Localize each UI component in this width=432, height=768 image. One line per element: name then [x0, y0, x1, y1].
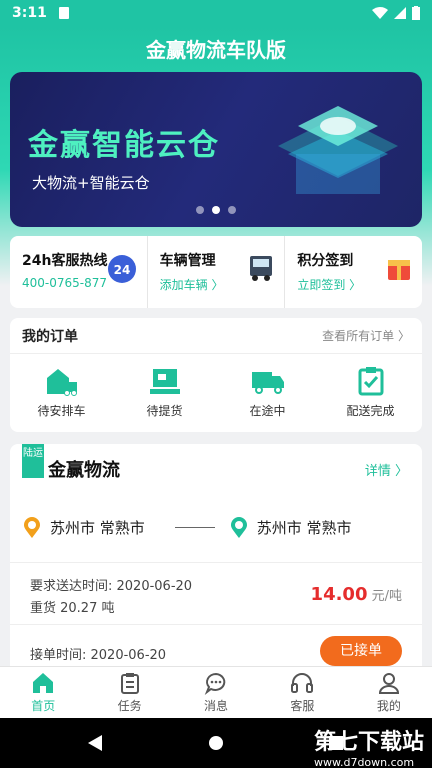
cargo-weight: 重货 20.27 吨: [30, 601, 115, 616]
vehicle-management-shortcut[interactable]: 车辆管理 添加车辆 〉: [146, 236, 285, 308]
order-status-label: 待提货: [146, 404, 183, 418]
order-status-label: 待安排车: [37, 404, 86, 418]
my-orders-card: 我的订单 查看所有订单 〉 待安排车 待提货 在途中 配送完成: [10, 318, 422, 432]
watermark-url: www.d7down.com: [313, 756, 415, 768]
bottom-tab-bar: 首页 任务 消息 客服 我的: [0, 666, 432, 718]
order-card[interactable]: 陆运 金赢物流 详情 〉 苏州市 常熟市 苏州市 常熟市 要求送达时间: 202…: [10, 444, 422, 674]
origin-city: 苏州市 常熟市: [50, 518, 145, 537]
view-all-orders-link[interactable]: 查看所有订单 〉: [322, 327, 410, 344]
order-status-row: 待安排车 待提货 在途中 配送完成: [10, 354, 422, 432]
my-orders-header: 我的订单 查看所有订单 〉: [10, 318, 422, 354]
pickup-box-icon: [149, 369, 180, 394]
status-bar: 3:11: [0, 0, 432, 26]
tab-tasks[interactable]: 任务: [86, 667, 172, 718]
tab-label: 首页: [31, 699, 56, 713]
cloud-warehouse-illustration: [278, 106, 398, 194]
accept-time: 接单时间: 2020-06-20: [30, 648, 167, 663]
order-status-label: 在途中: [249, 404, 286, 418]
signal-icon: [394, 7, 406, 19]
battery-icon: [412, 6, 420, 20]
wifi-icon: [372, 7, 388, 19]
hotline-shortcut[interactable]: 24h客服热线 400-0765-877 24: [10, 236, 147, 308]
system-nav-bar: 第七下载站 www.d7down.com: [0, 718, 432, 768]
service-shortcuts: 24h客服热线 400-0765-877 24 车辆管理 添加车辆 〉 积分签到…: [10, 236, 422, 308]
my-orders-title: 我的订单: [22, 328, 78, 345]
price-value: 14.00: [310, 584, 368, 605]
tab-label: 任务: [117, 699, 142, 713]
banner-dot[interactable]: [228, 206, 236, 214]
24h-service-icon: 24: [107, 255, 136, 283]
tab-profile[interactable]: 我的: [346, 667, 432, 718]
tab-label: 我的: [376, 699, 401, 713]
message-icon: [204, 672, 226, 695]
points-checkin-shortcut[interactable]: 积分签到 立即签到 〉: [284, 236, 422, 308]
watermark: 第七下载站 www.d7down.com: [314, 724, 424, 768]
tab-label: 客服: [290, 699, 315, 713]
origin-pin-icon: [24, 517, 40, 538]
banner-dot[interactable]: [196, 206, 204, 214]
destination-city: 苏州市 常熟市: [256, 518, 352, 537]
warehouse-truck-icon: [46, 369, 77, 396]
gift-icon: [388, 260, 411, 280]
watermark-title: 第七下载站: [313, 730, 424, 755]
sim-card-icon: [58, 7, 69, 19]
accepted-status-button[interactable]: 已接单: [320, 636, 402, 666]
clipboard-icon: [120, 673, 139, 694]
app-title: 金赢物流车队版: [146, 38, 286, 62]
headset-icon: [291, 673, 314, 693]
order-status-label: 配送完成: [346, 404, 395, 418]
price-unit: 元/吨: [367, 589, 402, 604]
truck-icon: [250, 256, 273, 281]
required-delivery-time: 要求送达时间: 2020-06-20: [30, 579, 193, 594]
home-circle-icon[interactable]: [208, 735, 224, 751]
status-time: 3:11: [12, 5, 47, 21]
tab-label: 消息: [204, 699, 229, 713]
back-icon[interactable]: [88, 735, 104, 751]
divider: [10, 624, 422, 625]
in-transit-truck-icon: [251, 372, 284, 394]
route-arrow-icon: [174, 526, 215, 528]
person-icon: [378, 673, 399, 694]
order-detail-link[interactable]: 详情 〉: [365, 460, 408, 479]
tab-customer-service[interactable]: 客服: [259, 667, 345, 718]
banner-dot-active[interactable]: [212, 206, 220, 214]
status-icons: [372, 6, 420, 20]
order-status-pending-pickup[interactable]: 待提货: [113, 354, 216, 432]
home-icon: [33, 673, 54, 693]
tab-messages[interactable]: 消息: [173, 667, 259, 718]
order-status-delivered[interactable]: 配送完成: [319, 354, 422, 432]
banner-title: 金赢智能云仓: [28, 128, 220, 163]
price: 14.00 元/吨: [311, 584, 402, 605]
destination-pin-icon: [230, 517, 247, 538]
divider: [10, 562, 422, 563]
delivered-clipboard-icon: [358, 367, 383, 396]
order-status-in-transit[interactable]: 在途中: [216, 354, 319, 432]
svg-text:24: 24: [113, 263, 130, 277]
carrier-name: 金赢物流: [48, 460, 120, 481]
tab-home[interactable]: 首页: [0, 667, 86, 718]
route: 苏州市 常熟市 苏州市 常熟市: [22, 512, 410, 542]
order-status-pending-dispatch[interactable]: 待安排车: [10, 354, 113, 432]
transport-mode-tag: 陆运: [22, 444, 44, 478]
banner-subtitle: 大物流+智能云仓: [32, 174, 150, 192]
promo-banner[interactable]: 金赢智能云仓 大物流+智能云仓: [10, 72, 422, 227]
